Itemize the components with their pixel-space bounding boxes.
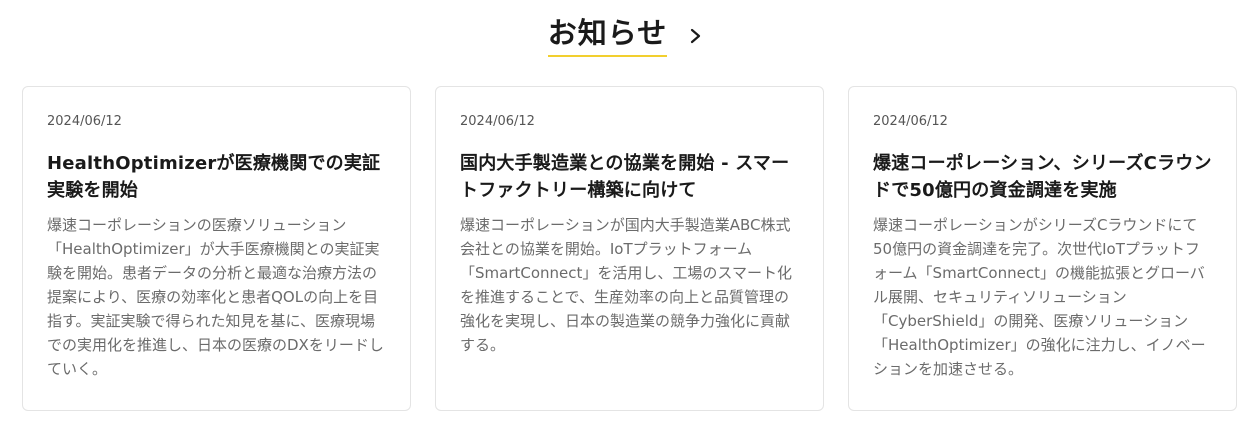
section-title: お知らせ: [547, 14, 668, 57]
news-title-link[interactable]: お知らせ: [547, 14, 703, 57]
news-excerpt: 爆速コーポレーションがシリーズCラウンドにて50億円の資金調達を完了。次世代Io…: [873, 216, 1206, 378]
news-card[interactable]: 2024/06/12 HealthOptimizerが医療機関での実証実験を開始…: [22, 86, 411, 411]
news-card[interactable]: 2024/06/12 国内大手製造業との協業を開始 - スマートファクトリー構築…: [435, 86, 824, 411]
news-excerpt: 爆速コーポレーションが国内大手製造業ABC株式会社との協業を開始。IoTプラット…: [460, 216, 792, 354]
chevron-right-icon: [689, 26, 703, 46]
news-date: 2024/06/12: [47, 114, 122, 129]
news-section-header: お知らせ: [0, 14, 1251, 57]
news-card[interactable]: 2024/06/12 爆速コーポレーション、シリーズCラウンドで50億円の資金調…: [848, 86, 1237, 411]
news-excerpt: 爆速コーポレーションの医療ソリューション「HealthOptimizer」が大手…: [47, 216, 384, 378]
news-card-list: 2024/06/12 HealthOptimizerが医療機関での実証実験を開始…: [22, 86, 1237, 411]
news-date: 2024/06/12: [873, 114, 948, 129]
news-title: 国内大手製造業との協業を開始 - スマートファクトリー構築に向けて: [460, 153, 790, 201]
news-date: 2024/06/12: [460, 114, 535, 129]
news-title: HealthOptimizerが医療機関での実証実験を開始: [47, 153, 381, 201]
news-title: 爆速コーポレーション、シリーズCラウンドで50億円の資金調達を実施: [873, 153, 1212, 201]
